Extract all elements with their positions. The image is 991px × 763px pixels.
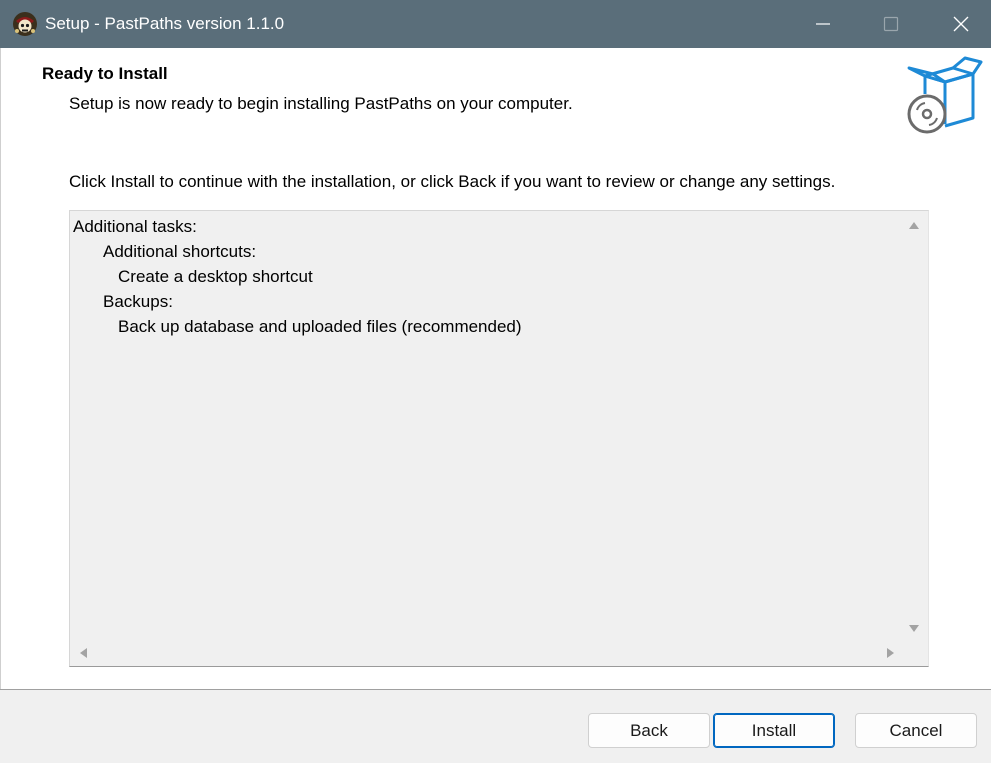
box-with-disc-icon [907, 56, 983, 134]
close-icon [953, 16, 969, 32]
page-heading: Ready to Install [42, 64, 168, 83]
scrollbar-corner [901, 640, 928, 666]
close-button[interactable] [926, 0, 991, 48]
cancel-button[interactable]: Cancel [855, 713, 977, 748]
window-title: Setup - PastPaths version 1.1.0 [45, 14, 285, 33]
back-button[interactable]: Back [588, 713, 710, 748]
memo-line: Additional tasks: [73, 217, 197, 236]
install-button[interactable]: Install [713, 713, 835, 748]
scroll-down-icon[interactable] [909, 625, 919, 632]
scroll-right-icon[interactable] [887, 648, 894, 658]
memo-line: Backups: [103, 292, 173, 311]
ready-memo[interactable]: Additional tasks: Additional shortcuts: … [69, 210, 929, 667]
horizontal-scrollbar[interactable] [70, 640, 902, 666]
maximize-button[interactable] [856, 0, 926, 48]
memo-line: Create a desktop shortcut [118, 267, 313, 286]
window-border [0, 48, 1, 763]
vertical-scrollbar[interactable] [901, 211, 928, 641]
setup-window: Setup - PastPaths version 1.1.0 Ready to… [0, 0, 991, 763]
minimize-icon [816, 23, 830, 25]
pirate-skull-icon [13, 12, 37, 36]
minimize-button[interactable] [788, 0, 858, 48]
title-bar[interactable]: Setup - PastPaths version 1.1.0 [0, 0, 991, 48]
page-subheading: Setup is now ready to begin installing P… [69, 94, 573, 113]
scroll-left-icon[interactable] [80, 648, 87, 658]
memo-content: Additional tasks: Additional shortcuts: … [70, 211, 902, 641]
memo-line: Additional shortcuts: [103, 242, 257, 261]
scroll-up-icon[interactable] [909, 222, 919, 229]
install-instruction: Click Install to continue with the insta… [69, 172, 836, 191]
maximize-icon [883, 16, 899, 32]
button-bar [0, 690, 991, 763]
wizard-header: Ready to Install Setup is now ready to b… [0, 48, 991, 148]
memo-line: Back up database and uploaded files (rec… [118, 317, 522, 336]
